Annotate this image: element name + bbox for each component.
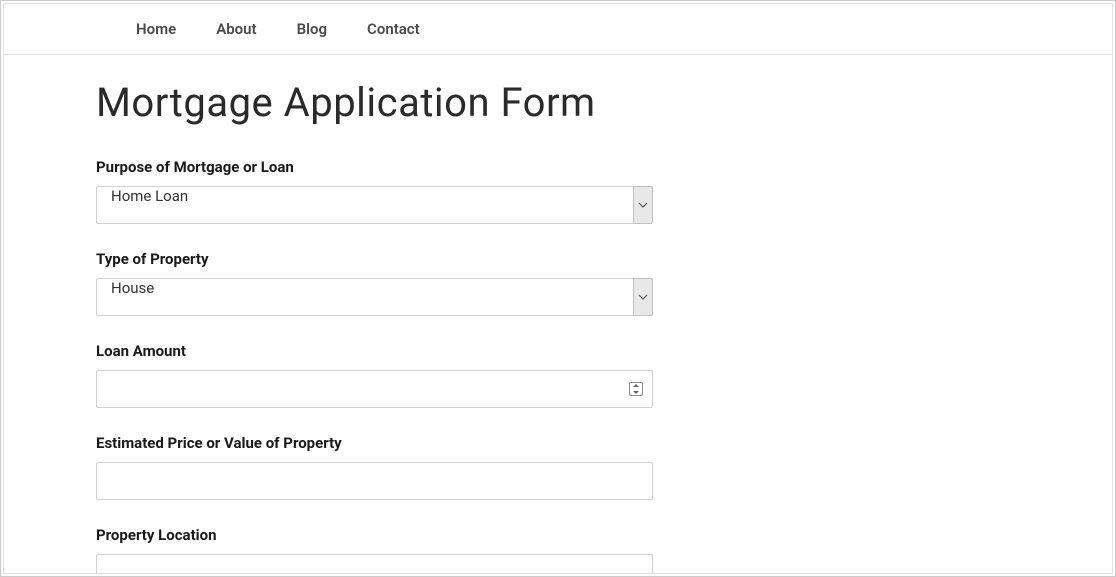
nav-contact[interactable]: Contact xyxy=(367,20,420,38)
page-title: Mortgage Application Form xyxy=(96,79,1112,126)
loan-amount-input[interactable] xyxy=(96,370,653,408)
property-type-select[interactable]: House xyxy=(96,278,653,316)
estimated-price-input[interactable] xyxy=(96,462,653,500)
purpose-select[interactable]: Home Loan xyxy=(96,186,653,224)
navigation-bar: Home About Blog Contact xyxy=(4,4,1112,55)
purpose-label: Purpose of Mortgage or Loan xyxy=(96,158,1112,176)
nav-home[interactable]: Home xyxy=(136,20,176,38)
nav-about[interactable]: About xyxy=(216,20,256,38)
property-type-label: Type of Property xyxy=(96,250,1112,268)
property-location-input[interactable] xyxy=(96,554,653,574)
nav-blog[interactable]: Blog xyxy=(297,20,327,38)
estimated-price-label: Estimated Price or Value of Property xyxy=(96,434,1112,452)
property-location-label: Property Location xyxy=(96,526,1112,544)
loan-amount-label: Loan Amount xyxy=(96,342,1112,360)
